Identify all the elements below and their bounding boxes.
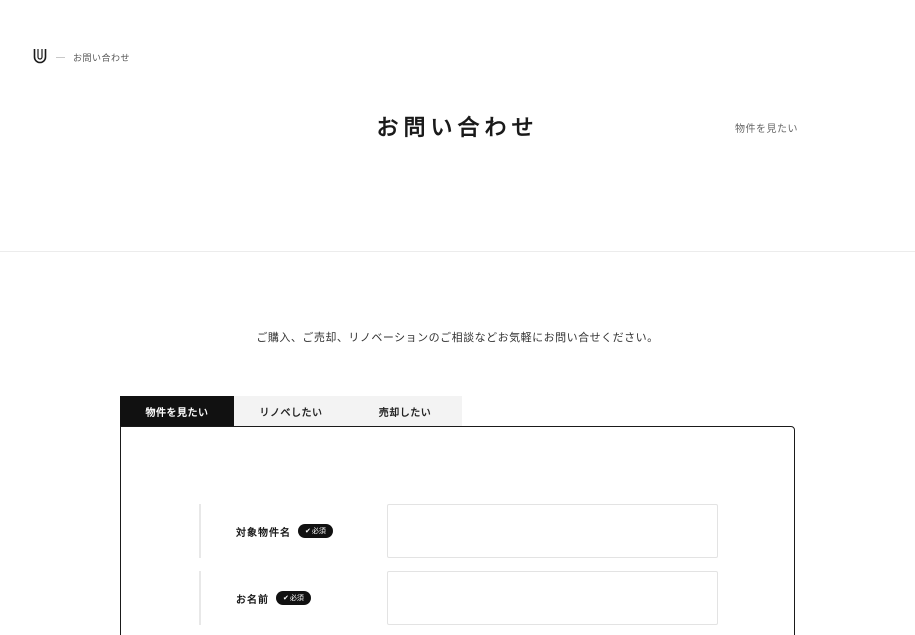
- required-badge: ✔ 必須: [298, 524, 333, 538]
- intro-text: ご購入、ご売却、リノベーションのご相談などお気軽にお問い合せください。: [256, 331, 659, 344]
- required-badge: ✔ 必須: [276, 591, 311, 605]
- field-label-text: お名前: [236, 594, 269, 606]
- field-label-text: 対象物件名: [236, 527, 291, 539]
- property-name-input[interactable]: [387, 504, 718, 558]
- field-accent-bar: [199, 571, 201, 625]
- header-divider: [0, 251, 915, 252]
- field-label-property-name: 対象物件名 ✔ 必須: [236, 504, 333, 558]
- check-icon: ✔: [305, 527, 311, 535]
- breadcrumb-current: お問い合わせ: [73, 54, 131, 64]
- nav-link-view-property[interactable]: 物件を見たい: [735, 120, 798, 135]
- breadcrumb-separator: [56, 57, 65, 58]
- field-accent-bar: [199, 504, 201, 558]
- inquiry-form: 対象物件名 ✔ 必須 お名前 ✔ 必須: [120, 426, 795, 635]
- field-row-property-name: 対象物件名 ✔ 必須: [199, 504, 719, 558]
- tab-view-property[interactable]: 物件を見たい: [120, 396, 234, 427]
- field-label-name: お名前 ✔ 必須: [236, 571, 311, 625]
- tab-renovate[interactable]: リノベしたい: [234, 396, 348, 427]
- required-badge-text: 必須: [311, 527, 326, 535]
- name-input[interactable]: [387, 571, 718, 625]
- required-badge-text: 必須: [289, 594, 304, 602]
- inquiry-tabs: 物件を見たい リノベしたい 売却したい: [120, 396, 462, 427]
- check-icon: ✔: [283, 594, 289, 602]
- logo-icon[interactable]: [33, 48, 47, 64]
- field-row-name: お名前 ✔ 必須: [199, 571, 719, 625]
- tab-sell[interactable]: 売却したい: [348, 396, 462, 427]
